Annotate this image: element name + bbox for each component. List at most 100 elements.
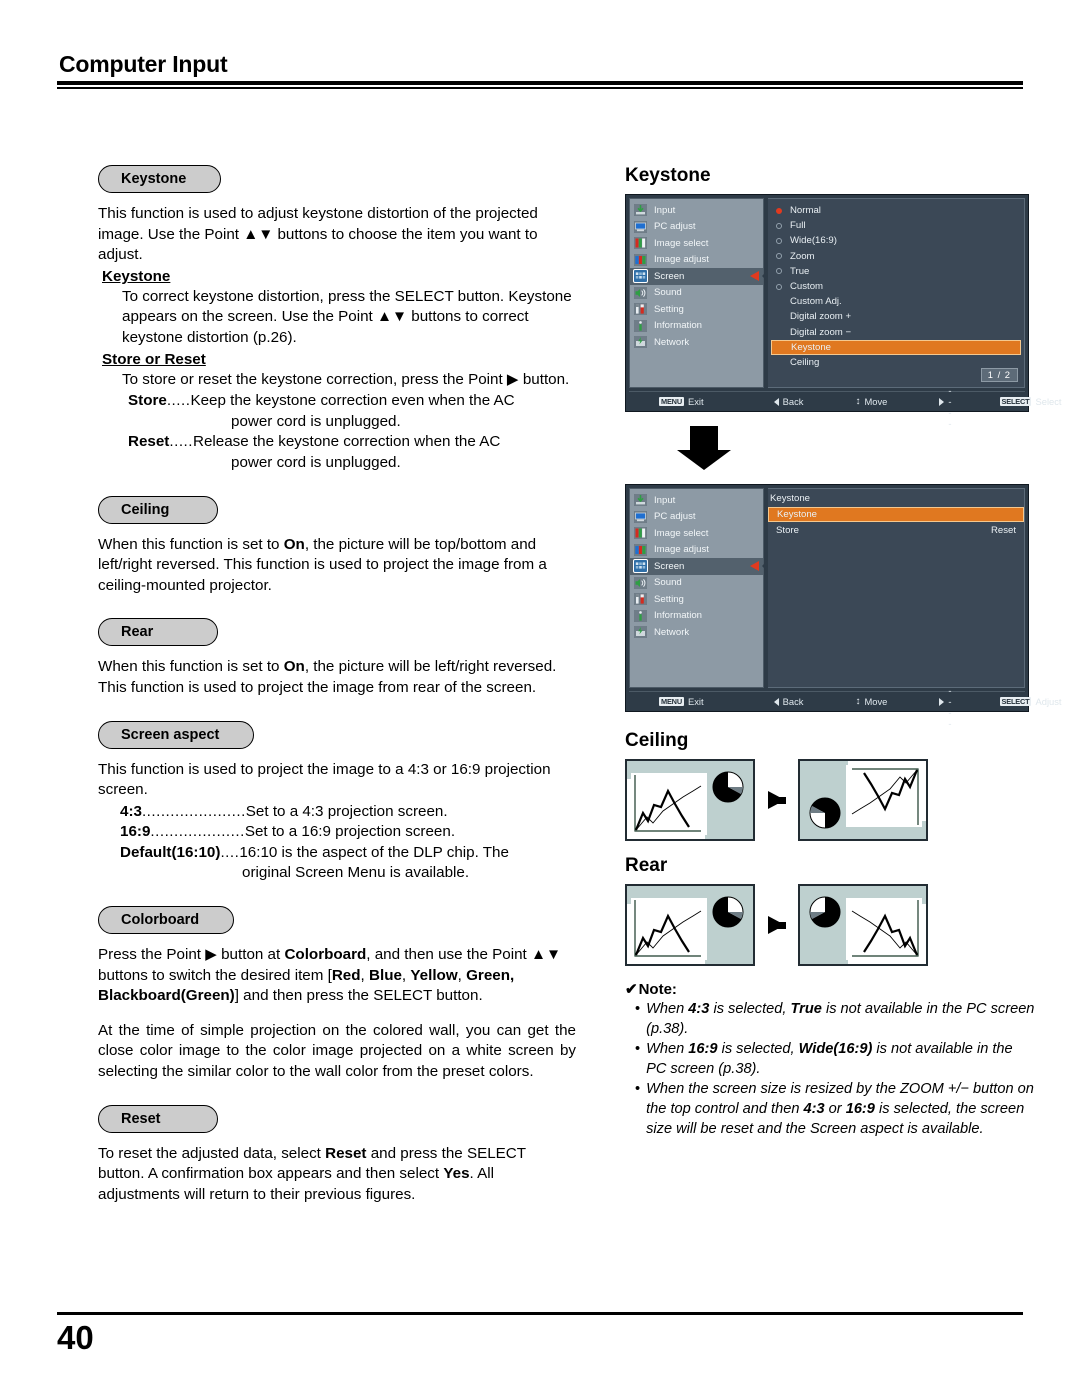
sidebar-item-input[interactable]: Input xyxy=(630,202,763,219)
sidebar-item-pc-adjust[interactable]: PC adjust xyxy=(630,509,763,526)
hint-label: Back xyxy=(782,696,804,707)
sidebar-item-image-select[interactable]: Image select xyxy=(630,235,763,252)
cb-t8: Yellow xyxy=(410,966,458,984)
image-adjust-icon xyxy=(634,253,647,266)
osd-option-custom[interactable]: Custom xyxy=(774,279,1018,294)
hint-back[interactable]: Back xyxy=(773,396,804,407)
osd-option-zoom[interactable]: Zoom xyxy=(774,249,1018,264)
reset-body: To reset the adjusted data, select Reset… xyxy=(98,1144,576,1206)
definition-term: Reset xyxy=(128,433,170,451)
page-number: 40 xyxy=(57,1319,94,1356)
setting-icon xyxy=(634,303,647,316)
definition-term: 16:9 xyxy=(120,823,151,841)
definition-term: 4:3 xyxy=(120,802,142,820)
select-key-badge: SELECT xyxy=(999,697,1032,706)
osd-option-true[interactable]: True xyxy=(774,264,1018,279)
sidebar-item-information[interactable]: Information xyxy=(630,318,763,335)
rear-illustration-pair xyxy=(625,884,1035,966)
rear-body: When this function is set to On, the pic… xyxy=(98,657,576,698)
osd-row-keystone[interactable]: Keystone xyxy=(768,507,1024,523)
osd-screenshot-keystone-submenu: Input PC adjust Image select Image adjus… xyxy=(625,484,1062,729)
hint-label: Move xyxy=(864,396,888,407)
radio-icon xyxy=(776,237,782,244)
definition-dots: ...................... xyxy=(141,802,246,820)
osd-option-keystone-selected[interactable]: Keystone xyxy=(771,339,1021,356)
hint-label: Back xyxy=(782,396,804,407)
sidebar-item-network[interactable]: Network xyxy=(630,334,763,351)
definition-reset: Reset ..... Release the keystone correct… xyxy=(128,432,576,473)
osd-option-full[interactable]: Full xyxy=(774,218,1018,233)
hint-select[interactable]: SELECT Select xyxy=(999,396,1062,407)
sidebar-item-label: Setting xyxy=(654,593,684,605)
hint-exit[interactable]: MENU Exit xyxy=(659,396,704,407)
note-item: • When 16:9 is selected, Wide(16:9) is n… xyxy=(635,1039,1035,1079)
ceiling-illustration-pair xyxy=(625,759,1035,841)
sidebar-item-sound[interactable]: Sound xyxy=(630,285,763,302)
osd-sidebar: Input PC adjust Image select Image adjus… xyxy=(629,198,769,388)
section-keystone: Keystone This function is used to adjust… xyxy=(98,165,576,474)
hint-back[interactable]: Back xyxy=(773,696,804,707)
definition-dots: .... xyxy=(220,843,240,861)
sidebar-item-setting[interactable]: Setting xyxy=(630,301,763,318)
sidebar-item-network[interactable]: Network xyxy=(630,624,763,641)
radio-icon xyxy=(776,207,782,214)
definition-store: Store ..... Keep the keystone correction… xyxy=(128,391,576,432)
osd-option-label: True xyxy=(790,265,810,277)
osd-option-normal[interactable]: Normal xyxy=(774,203,1018,218)
colorboard-paragraph-1: Press the Point ▶ button at Colorboard, … xyxy=(98,945,576,1007)
ceiling-body-pre: When this function is set to xyxy=(98,535,284,553)
hint-exit[interactable]: MENU Exit xyxy=(659,696,704,707)
sidebar-item-label: Information xyxy=(654,610,702,622)
osd-option-label: Custom xyxy=(790,281,824,293)
osd-option-digital-zoom-minus[interactable]: Digital zoom − xyxy=(774,325,1018,340)
definition-text: Set to a 4:3 projection screen. xyxy=(245,802,448,820)
section-ceiling: Ceiling When this function is set to On,… xyxy=(98,495,576,597)
osd-row-store[interactable]: Store Reset xyxy=(768,522,1024,537)
definition-text-cont: original Screen Menu is available. xyxy=(242,864,470,882)
sidebar-item-information[interactable]: Information xyxy=(630,608,763,625)
sidebar-item-screen[interactable]: Screen xyxy=(630,558,769,575)
osd-row-value: Reset xyxy=(990,524,1016,536)
keystone-subhead-keystone: Keystone xyxy=(102,267,171,285)
sidebar-item-input[interactable]: Input xyxy=(630,492,763,509)
hint-label: Adjust xyxy=(1035,696,1062,707)
hint-move[interactable]: ↕ Move xyxy=(855,396,887,407)
osd-options-panel: Normal Full Wide(16:9) Zoom True Custom … xyxy=(768,198,1025,388)
sidebar-item-setting[interactable]: Setting xyxy=(630,591,763,608)
sound-icon xyxy=(634,286,647,299)
osd-option-digital-zoom-plus[interactable]: Digital zoom + xyxy=(774,309,1018,324)
reset-pill-wrap: Reset xyxy=(98,1104,576,1133)
ceiling-illustration-after xyxy=(798,759,928,841)
sidebar-item-image-select[interactable]: Image select xyxy=(630,525,763,542)
nt2b: 16:9 xyxy=(688,1041,718,1057)
sidebar-item-label: Image select xyxy=(654,527,709,539)
nt2a: When xyxy=(646,1041,689,1057)
colorboard-paragraph-2: At the time of simple projection on the … xyxy=(98,1021,576,1081)
sidebar-item-image-adjust[interactable]: Image adjust xyxy=(630,252,763,269)
sidebar-item-image-adjust[interactable]: Image adjust xyxy=(630,542,763,559)
section-reset: Reset To reset the adjusted data, select… xyxy=(98,1104,576,1206)
section-heading-colorboard: Colorboard xyxy=(98,906,235,935)
right-heading-rear: Rear xyxy=(625,855,668,876)
sidebar-item-label: Input xyxy=(654,204,676,216)
sidebar-item-screen[interactable]: Screen xyxy=(630,268,769,285)
left-content-column: Keystone This function is used to adjust… xyxy=(98,165,576,1223)
sidebar-item-pc-adjust[interactable]: PC adjust xyxy=(630,219,763,236)
section-heading-keystone: Keystone xyxy=(98,165,222,193)
hint-select[interactable]: SELECT Adjust xyxy=(999,696,1062,707)
section-heading-screen-aspect: Screen aspect xyxy=(98,720,255,749)
hint-label: Select xyxy=(1035,396,1062,407)
radio-icon xyxy=(776,360,782,366)
sidebar-item-sound[interactable]: Sound xyxy=(630,575,763,592)
setting-icon xyxy=(634,593,647,606)
osd-option-wide[interactable]: Wide(16:9) xyxy=(774,233,1018,248)
sidebar-item-label: Screen xyxy=(654,560,685,572)
rear-illustration-before xyxy=(625,884,755,966)
radio-icon xyxy=(776,222,782,229)
screen-aspect-intro: This function is used to project the ima… xyxy=(98,760,551,799)
rear-body-bold: On xyxy=(283,658,305,676)
osd-option-custom-adj[interactable]: Custom Adj. xyxy=(774,294,1018,309)
colorboard-pill-wrap: Colorboard xyxy=(98,906,576,935)
radio-icon xyxy=(776,283,782,290)
hint-move[interactable]: ↕ Move xyxy=(855,696,887,707)
